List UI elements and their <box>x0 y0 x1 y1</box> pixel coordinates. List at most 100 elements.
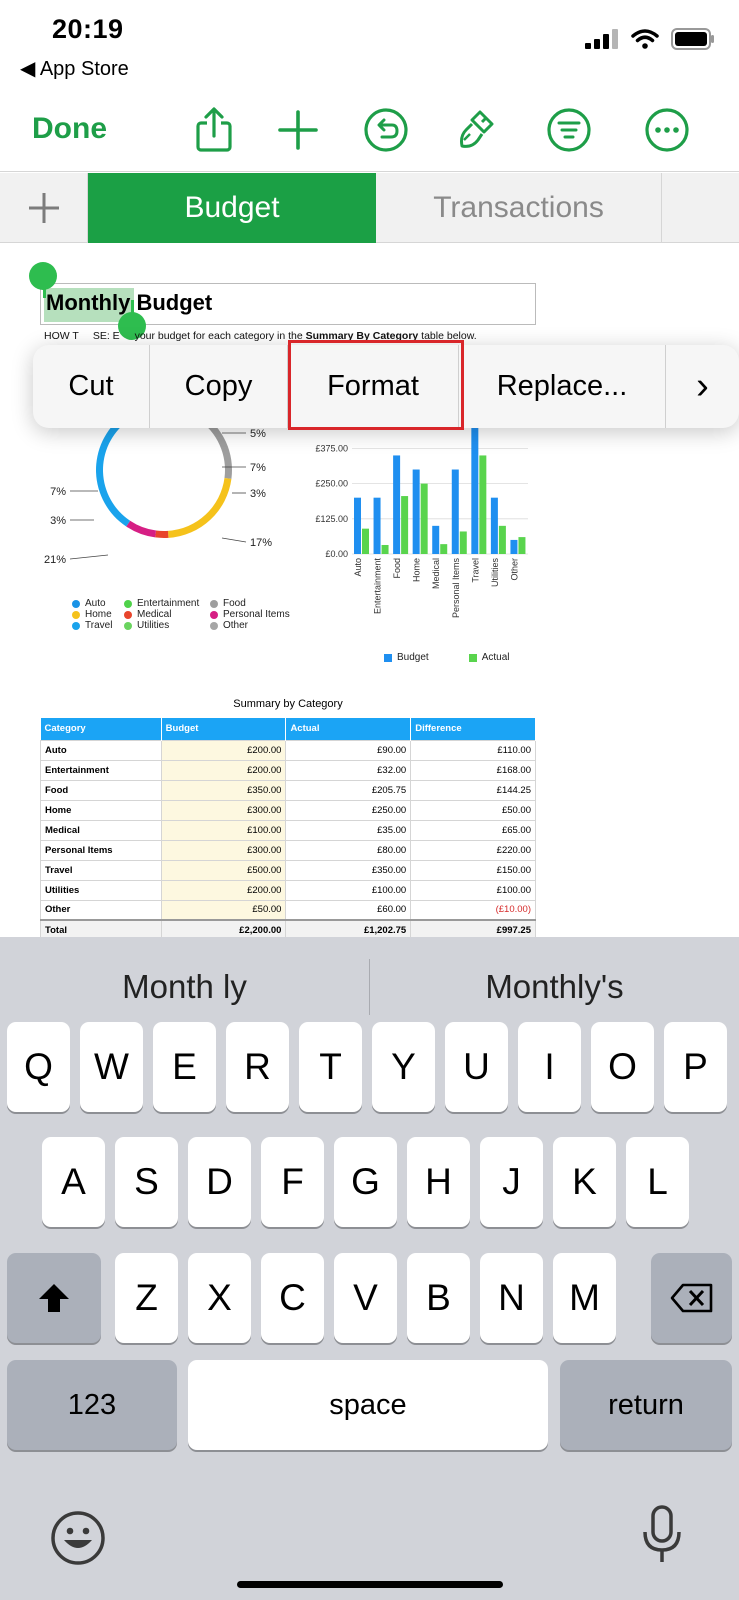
key-w[interactable]: W <box>80 1022 143 1112</box>
menu-item-cut[interactable]: Cut <box>33 345 150 428</box>
table-cell[interactable]: £300.00 <box>160 799 287 821</box>
shift-key[interactable] <box>7 1253 101 1343</box>
key-z[interactable]: Z <box>115 1253 178 1343</box>
table-cell[interactable]: Other <box>40 899 162 921</box>
space-key[interactable]: space <box>188 1360 548 1450</box>
menu-item-copy[interactable]: Copy <box>150 345 288 428</box>
table-cell[interactable]: £350.00 <box>285 859 412 881</box>
key-n[interactable]: N <box>480 1253 543 1343</box>
table-cell[interactable]: £200.00 <box>160 879 287 901</box>
table-cell[interactable]: £50.00 <box>160 899 287 921</box>
key-h[interactable]: H <box>407 1137 470 1227</box>
table-cell[interactable]: £200.00 <box>160 739 287 761</box>
key-j[interactable]: J <box>480 1137 543 1227</box>
key-y[interactable]: Y <box>372 1022 435 1112</box>
table-cell[interactable]: Utilities <box>40 879 162 901</box>
table-cell[interactable]: £144.25 <box>410 779 536 801</box>
microphone-icon[interactable] <box>640 1504 684 1568</box>
key-o[interactable]: O <box>591 1022 654 1112</box>
add-sheet-button[interactable] <box>0 173 88 243</box>
key-x[interactable]: X <box>188 1253 251 1343</box>
donut-percent-label: 3% <box>250 488 266 500</box>
key-g[interactable]: G <box>334 1137 397 1227</box>
table-cell[interactable]: (£10.00) <box>410 899 536 921</box>
table-title: Summary by Category <box>233 698 343 710</box>
share-icon[interactable] <box>190 106 238 154</box>
key-e[interactable]: E <box>153 1022 216 1112</box>
table-cell[interactable]: Auto <box>40 739 162 761</box>
table-cell[interactable]: Personal Items <box>40 839 162 861</box>
key-p[interactable]: P <box>664 1022 727 1112</box>
emoji-icon[interactable] <box>50 1510 106 1566</box>
undo-icon[interactable] <box>362 106 410 154</box>
table-cell[interactable]: £50.00 <box>410 799 536 821</box>
bar-legend: Budget Actual <box>384 652 510 663</box>
table-cell[interactable]: £205.75 <box>285 779 412 801</box>
backspace-key[interactable] <box>651 1253 732 1343</box>
title-rest: Budget <box>130 290 213 315</box>
table-cell[interactable]: £32.00 <box>285 759 412 781</box>
numbers-key[interactable]: 123 <box>7 1360 177 1450</box>
key-u[interactable]: U <box>445 1022 508 1112</box>
table-cell[interactable]: Medical <box>40 819 162 841</box>
donut-slice-home <box>167 477 232 538</box>
column-header-budget[interactable]: Budget <box>161 718 287 740</box>
table-cell[interactable]: Entertainment <box>40 759 162 781</box>
column-header-difference[interactable]: Difference <box>410 718 536 740</box>
key-l[interactable]: L <box>626 1137 689 1227</box>
tab-budget[interactable]: Budget <box>88 173 376 243</box>
table-cell[interactable]: £350.00 <box>160 779 287 801</box>
key-r[interactable]: R <box>226 1022 289 1112</box>
table-cell[interactable]: £110.00 <box>410 739 536 761</box>
menu-more-arrow[interactable]: › <box>666 345 739 428</box>
table-cell[interactable]: £200.00 <box>160 759 287 781</box>
table-cell[interactable]: £65.00 <box>410 819 536 841</box>
add-icon[interactable] <box>274 106 322 154</box>
key-m[interactable]: M <box>553 1253 616 1343</box>
table-cell[interactable]: £90.00 <box>285 739 412 761</box>
filter-icon[interactable] <box>545 106 593 154</box>
legend-item-actual: Actual <box>468 652 510 663</box>
table-cell[interactable]: £300.00 <box>160 839 287 861</box>
key-k[interactable]: K <box>553 1137 616 1227</box>
keyboard: Month ly Monthly's QWERTYUIOPASDFGHJKLZX… <box>0 937 739 1600</box>
table-cell[interactable]: £100.00 <box>285 879 412 901</box>
table-cell[interactable]: £168.00 <box>410 759 536 781</box>
table-cell[interactable]: £100.00 <box>160 819 287 841</box>
key-c[interactable]: C <box>261 1253 324 1343</box>
key-v[interactable]: V <box>334 1253 397 1343</box>
x-tick-label: Medical <box>431 558 441 589</box>
column-header-category[interactable]: Category <box>40 718 162 740</box>
table-cell[interactable]: Travel <box>40 859 162 881</box>
format-brush-icon[interactable] <box>452 106 500 154</box>
more-icon[interactable] <box>643 106 691 154</box>
key-f[interactable]: F <box>261 1137 324 1227</box>
tab-transactions[interactable]: Transactions <box>376 173 662 243</box>
table-cell[interactable]: £250.00 <box>285 799 412 821</box>
table-cell[interactable]: £220.00 <box>410 839 536 861</box>
table-cell[interactable]: £500.00 <box>160 859 287 881</box>
key-d[interactable]: D <box>188 1137 251 1227</box>
format-highlight-box <box>288 340 464 430</box>
table-cell[interactable]: Home <box>40 799 162 821</box>
column-header-actual[interactable]: Actual <box>285 718 412 740</box>
table-cell[interactable]: £150.00 <box>410 859 536 881</box>
bar-actual-travel <box>479 455 487 554</box>
table-cell[interactable]: £60.00 <box>285 899 412 921</box>
key-s[interactable]: S <box>115 1137 178 1227</box>
menu-item-replace[interactable]: Replace... <box>459 345 666 428</box>
key-i[interactable]: I <box>518 1022 581 1112</box>
key-q[interactable]: Q <box>7 1022 70 1112</box>
key-b[interactable]: B <box>407 1253 470 1343</box>
done-button[interactable]: Done <box>32 112 107 146</box>
table-row: Entertainment £200.00 £32.00 £168.00 <box>40 759 536 781</box>
table-cell[interactable]: Food <box>40 779 162 801</box>
return-key[interactable]: return <box>560 1360 732 1450</box>
key-t[interactable]: T <box>299 1022 362 1112</box>
table-cell[interactable]: £100.00 <box>410 879 536 901</box>
table-cell[interactable]: £80.00 <box>285 839 412 861</box>
table-cell[interactable]: £35.00 <box>285 819 412 841</box>
selection-handle-start[interactable] <box>29 262 57 290</box>
back-to-app-store[interactable]: ◀ App Store <box>20 56 129 81</box>
key-a[interactable]: A <box>42 1137 105 1227</box>
